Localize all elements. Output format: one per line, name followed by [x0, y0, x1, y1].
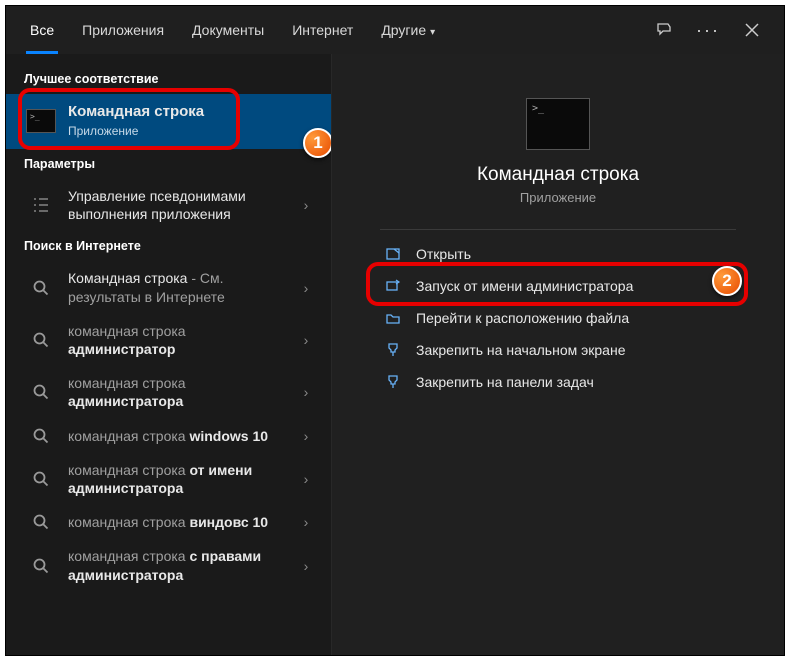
tab-all[interactable]: Все	[16, 6, 68, 54]
annotation-badge-2: 2	[712, 266, 742, 296]
search-icon	[24, 331, 58, 349]
aliases-icon	[24, 195, 58, 215]
web-result-label: командная строка виндовс 10	[68, 513, 295, 531]
web-result-item[interactable]: командная строка администратор›	[6, 314, 331, 366]
chevron-right-icon: ›	[295, 332, 317, 348]
search-icon	[24, 427, 58, 445]
action-run-as-admin[interactable]: Запуск от имени администратора	[350, 270, 766, 302]
tab-documents[interactable]: Документы	[178, 6, 278, 54]
pin-taskbar-icon	[382, 374, 404, 390]
web-result-label: командная строка администратор	[68, 322, 295, 358]
chevron-right-icon: ›	[295, 384, 317, 400]
feedback-button[interactable]	[642, 8, 686, 52]
search-icon	[24, 279, 58, 297]
chevron-down-icon: ▾	[430, 27, 435, 38]
action-open-label: Открыть	[416, 246, 471, 262]
tab-web[interactable]: Интернет	[278, 6, 367, 54]
action-open-location[interactable]: Перейти к расположению файла	[350, 302, 766, 334]
folder-icon	[382, 310, 404, 326]
action-pin-start[interactable]: Закрепить на начальном экране	[350, 334, 766, 366]
web-result-item[interactable]: командная строка от имени администратора…	[6, 453, 331, 505]
action-pin-taskbar[interactable]: Закрепить на панели задач	[350, 366, 766, 398]
search-icon	[24, 513, 58, 531]
chevron-right-icon: ›	[295, 558, 317, 574]
chevron-right-icon: ›	[295, 471, 317, 487]
options-button[interactable]: ···	[686, 8, 730, 52]
web-result-item[interactable]: командная строка администратора›	[6, 366, 331, 418]
close-button[interactable]	[730, 8, 774, 52]
best-match-item[interactable]: Командная строка Приложение 1	[6, 94, 331, 149]
chevron-right-icon: ›	[295, 514, 317, 530]
admin-icon	[382, 278, 404, 294]
tab-more[interactable]: Другие▾	[367, 6, 449, 54]
pin-start-icon	[382, 342, 404, 358]
annotation-badge-1: 1	[303, 128, 332, 158]
search-icon	[24, 557, 58, 575]
preview-panel: Командная строка Приложение Открыть Запу…	[332, 54, 784, 655]
web-result-label: командная строка с правами администратор…	[68, 547, 295, 583]
best-match-subtitle: Приложение	[68, 124, 317, 140]
search-window: Все Приложения Документы Интернет Другие…	[5, 5, 785, 656]
action-open-location-label: Перейти к расположению файла	[416, 310, 629, 326]
chevron-right-icon: ›	[295, 280, 317, 296]
cmd-icon	[26, 109, 56, 133]
web-result-label: командная строка администратора	[68, 374, 295, 410]
search-icon	[24, 470, 58, 488]
action-open[interactable]: Открыть	[350, 238, 766, 270]
chevron-right-icon: ›	[295, 197, 317, 213]
web-result-item[interactable]: Командная строка - См. результаты в Инте…	[6, 261, 331, 313]
web-result-item[interactable]: командная строка windows 10›	[6, 419, 331, 453]
section-best-match: Лучшее соответствие	[6, 64, 331, 94]
web-result-label: командная строка от имени администратора	[68, 461, 295, 497]
tab-apps[interactable]: Приложения	[68, 6, 178, 54]
best-match-title: Командная строка	[68, 102, 317, 122]
web-result-item[interactable]: командная строка виндовс 10›	[6, 505, 331, 539]
preview-app-icon	[526, 98, 590, 150]
action-run-as-admin-label: Запуск от имени администратора	[416, 278, 633, 294]
settings-item-label: Управление псевдонимами выполнения прило…	[68, 187, 295, 223]
filter-tabs: Все Приложения Документы Интернет Другие…	[6, 6, 784, 54]
web-result-label: Командная строка - См. результаты в Инте…	[68, 269, 295, 305]
chevron-right-icon: ›	[295, 428, 317, 444]
open-icon	[382, 246, 404, 262]
section-settings: Параметры	[6, 149, 331, 179]
results-panel: Лучшее соответствие Командная строка При…	[6, 54, 332, 655]
web-result-label: командная строка windows 10	[68, 427, 295, 445]
search-icon	[24, 383, 58, 401]
divider	[380, 229, 736, 230]
action-pin-start-label: Закрепить на начальном экране	[416, 342, 626, 358]
settings-item-aliases[interactable]: Управление псевдонимами выполнения прило…	[6, 179, 331, 231]
web-result-item[interactable]: командная строка с правами администратор…	[6, 539, 331, 591]
action-pin-taskbar-label: Закрепить на панели задач	[416, 374, 594, 390]
preview-subtitle: Приложение	[350, 190, 766, 205]
preview-title: Командная строка	[350, 164, 766, 186]
section-web-search: Поиск в Интернете	[6, 231, 331, 261]
